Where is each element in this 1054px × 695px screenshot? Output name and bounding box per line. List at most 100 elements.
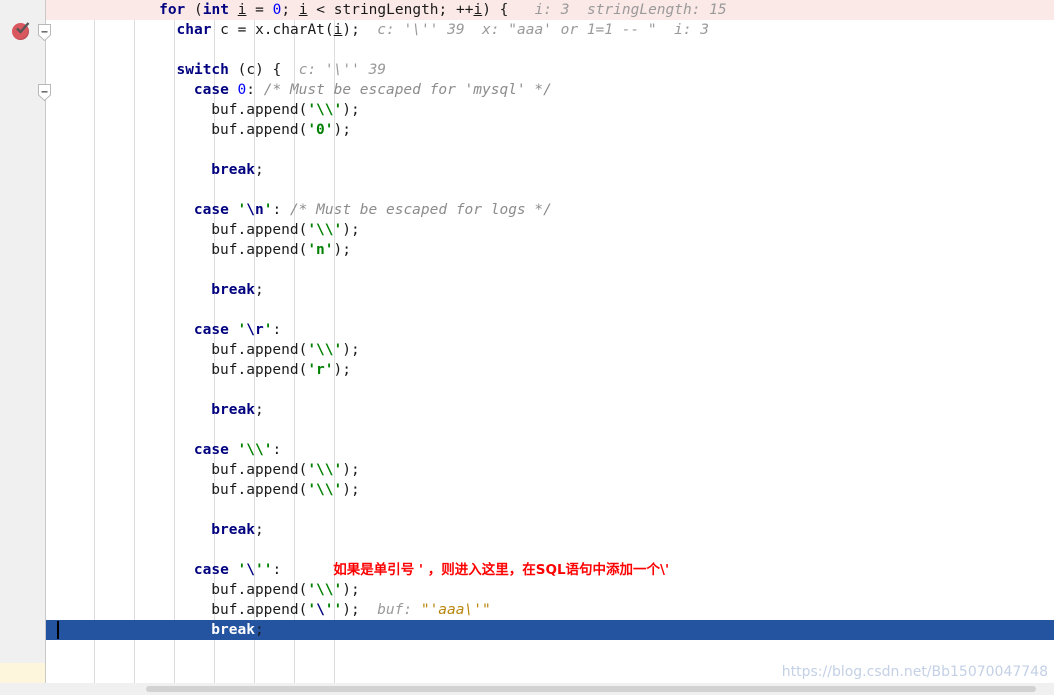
code-token-kw: break — [211, 162, 255, 178]
code-line[interactable]: break; — [0, 280, 1054, 300]
code-lines[interactable]: for (int i = 0; i < stringLength; ++i) {… — [0, 0, 1054, 683]
fold-collapse-icon[interactable] — [38, 84, 51, 101]
code-line-content: buf.append('\\'); — [46, 462, 360, 478]
code-line[interactable] — [0, 500, 1054, 520]
code-token-kw: case — [193, 202, 229, 218]
code-line-content: break; — [46, 282, 263, 298]
code-line[interactable] — [0, 380, 1054, 400]
code-line[interactable]: case '\\': — [0, 440, 1054, 460]
code-line[interactable]: break; — [0, 520, 1054, 540]
code-token-plain: ); — [333, 362, 351, 378]
code-line[interactable]: buf.append('n'); — [0, 240, 1054, 260]
code-line-content: buf.append('\\'); — [46, 482, 359, 498]
code-line[interactable]: break; — [0, 160, 1054, 180]
code-line-content: break; — [46, 402, 263, 418]
code-token-plain: < stringLength; ++ — [307, 2, 474, 18]
code-line[interactable]: char c = x.charAt(i); c: '\'' 39 x: "aaa… — [0, 20, 1054, 40]
code-line[interactable]: for (int i = 0; i < stringLength; ++i) {… — [0, 0, 1054, 20]
code-line[interactable]: buf.append('\''); buf: "'aaa\'" — [0, 600, 1054, 620]
code-line[interactable]: switch (c) { c: '\'' 39 — [0, 60, 1054, 80]
code-token-plain: ; — [254, 522, 264, 538]
code-token-hint: i: 3 stringLength: 15 — [508, 2, 727, 18]
code-token-plain: ); — [342, 102, 360, 118]
code-token-str: '\\' — [307, 102, 343, 118]
code-line[interactable]: break; — [0, 620, 1054, 640]
code-token-plain: ); — [342, 582, 360, 598]
code-line[interactable]: buf.append('\\'); — [0, 480, 1054, 500]
code-line[interactable] — [0, 540, 1054, 560]
code-token-str: ' — [237, 202, 247, 218]
code-line[interactable] — [0, 300, 1054, 320]
code-line[interactable]: break; — [0, 400, 1054, 420]
code-token-str: '' — [324, 602, 343, 618]
code-line[interactable]: buf.append('\\'); — [0, 220, 1054, 240]
code-line[interactable] — [0, 180, 1054, 200]
code-token-plain: ); — [342, 22, 360, 38]
code-token-kw: for — [159, 2, 186, 18]
code-line[interactable]: buf.append('\\'); — [0, 460, 1054, 480]
code-line-content: buf.append('0'); — [46, 122, 351, 138]
code-token-hint: c: '\'' 39 x: "aaa' or 1=1 -- " i: 3 — [359, 22, 710, 38]
code-token-str: ' — [237, 562, 247, 578]
code-line[interactable]: buf.append('r'); — [0, 360, 1054, 380]
code-token-plain: : — [272, 562, 282, 578]
code-line[interactable] — [0, 260, 1054, 280]
code-token-kw: int — [202, 2, 229, 18]
code-token-kw: break — [211, 402, 255, 418]
code-token-esc: \ — [246, 562, 256, 578]
code-line[interactable]: case '\n': /* Must be escaped for logs *… — [0, 200, 1054, 220]
code-token-str: '\\' — [307, 222, 343, 238]
code-token-plain: ); — [342, 602, 360, 618]
code-token-plain: : — [272, 322, 282, 338]
code-line-content: case '\'': — [46, 562, 281, 578]
code-line[interactable]: buf.append('\\'); — [0, 580, 1054, 600]
text-caret — [57, 621, 59, 639]
code-token-kw: char — [176, 22, 212, 38]
annotation-note: 如果是单引号 ' ，则进入这里，在SQL语句中添加一个\' — [333, 562, 670, 578]
code-line[interactable]: buf.append('\\'); — [0, 340, 1054, 360]
code-token-plain: : — [246, 82, 264, 98]
code-token-plain: ); — [342, 222, 360, 238]
code-token-plain: : — [272, 442, 282, 458]
breakpoint-verified-icon[interactable] — [12, 22, 30, 40]
watermark-url: https://blog.csdn.net/Bb15070047748 — [781, 664, 1048, 680]
code-token-plain: ; — [254, 162, 264, 178]
code-line[interactable] — [0, 140, 1054, 160]
code-token-kw: break — [211, 282, 255, 298]
code-token-plain: c = x.charAt( — [211, 22, 334, 38]
horizontal-scrollbar-thumb[interactable] — [146, 686, 1036, 692]
fold-collapse-icon[interactable] — [38, 24, 51, 41]
code-token-str: '' — [255, 562, 273, 578]
code-token-plain: (c) { — [228, 62, 282, 78]
code-token-str: '\\' — [307, 582, 343, 598]
code-token-hint: buf: — [359, 602, 421, 618]
code-line[interactable]: case '\r': — [0, 320, 1054, 340]
code-token-str: ' — [237, 322, 247, 338]
code-line-content: case '\r': — [46, 322, 281, 338]
code-line-content: buf.append('r'); — [46, 362, 351, 378]
code-token-str: '\\' — [237, 442, 273, 458]
code-token-plain: ); — [342, 462, 360, 478]
code-line[interactable]: buf.append('\\'); — [0, 100, 1054, 120]
code-line[interactable]: case 0: /* Must be escaped for 'mysql' *… — [0, 80, 1054, 100]
code-token-num: 0 — [237, 82, 247, 98]
code-token-kw: switch — [176, 62, 229, 78]
code-token-field: i — [473, 2, 483, 18]
code-token-esc: \n — [246, 202, 264, 218]
code-editor[interactable]: for (int i = 0; i < stringLength; ++i) {… — [0, 0, 1054, 695]
code-line[interactable] — [0, 40, 1054, 60]
code-line-content: buf.append('\''); buf: "'aaa\'" — [46, 602, 491, 618]
code-line[interactable]: buf.append('0'); — [0, 120, 1054, 140]
code-token-hintval: "'aaa\'" — [420, 602, 491, 618]
code-line-content: buf.append('n'); — [46, 242, 351, 258]
code-line[interactable] — [0, 420, 1054, 440]
code-token-plain: ); — [333, 122, 351, 138]
code-line-content: for (int i = 0; i < stringLength; ++i) {… — [46, 2, 727, 18]
editor-gutter[interactable] — [0, 0, 46, 695]
code-line[interactable]: case '\'': 如果是单引号 ' ，则进入这里，在SQL语句中添加一个\' — [0, 560, 1054, 580]
code-token-plain: buf.append( — [211, 602, 308, 618]
